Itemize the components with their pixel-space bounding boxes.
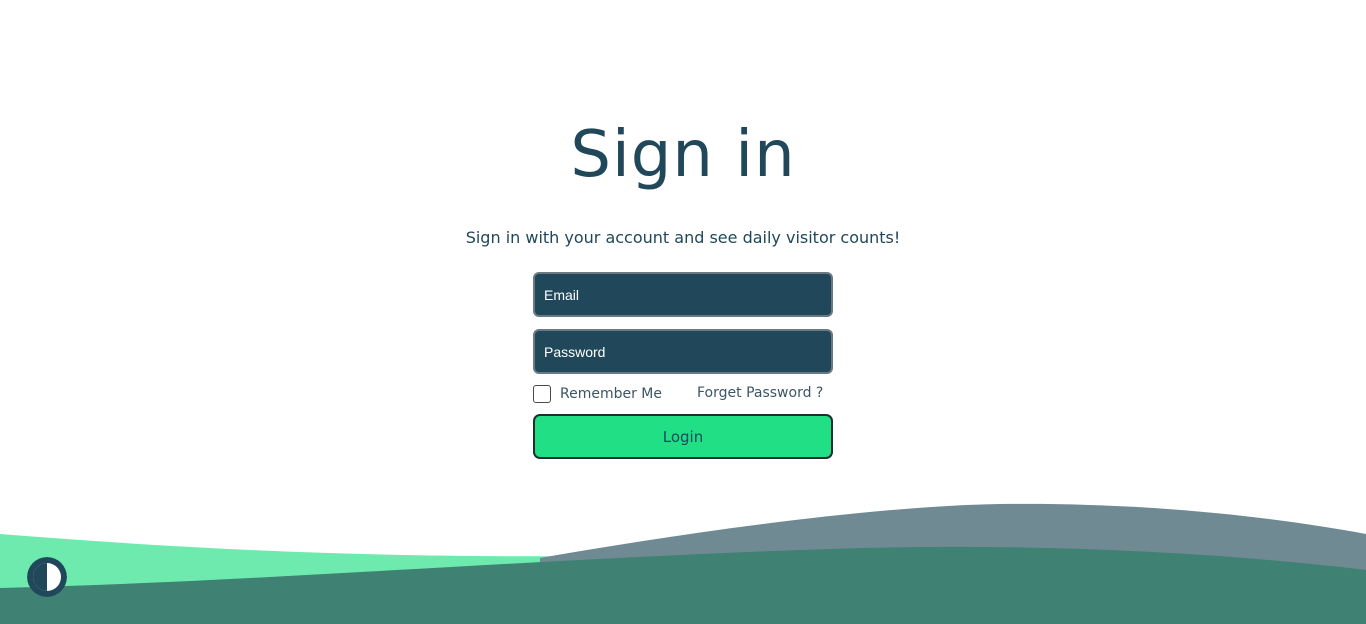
- decorative-waves: [0, 503, 1366, 624]
- contrast-icon[interactable]: [27, 557, 67, 597]
- forgot-password-link[interactable]: Forget Password ?: [697, 385, 823, 401]
- page-title: Sign in: [570, 118, 796, 192]
- page-subtitle: Sign in with your account and see daily …: [465, 228, 901, 247]
- password-field[interactable]: [533, 329, 833, 374]
- email-field[interactable]: [533, 272, 833, 317]
- login-button[interactable]: Login: [533, 414, 833, 459]
- remember-me-checkbox[interactable]: [533, 385, 551, 403]
- remember-me-group: Remember Me: [533, 384, 662, 404]
- remember-me-label: Remember Me: [560, 386, 662, 402]
